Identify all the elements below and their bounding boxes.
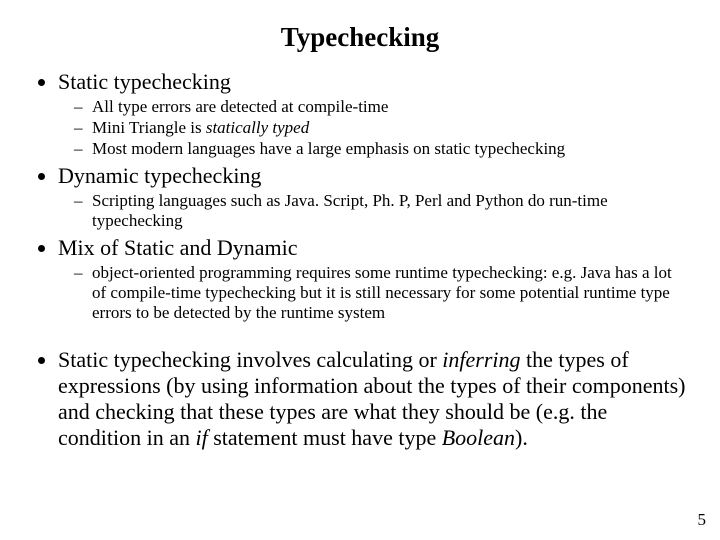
summary-em3: Boolean — [442, 425, 515, 450]
bullet-mix: Mix of Static and Dynamic object-oriente… — [58, 235, 690, 323]
sublist-mix: object-oriented programming requires som… — [58, 263, 690, 323]
summary-t1: Static typechecking involves calculating… — [58, 347, 442, 372]
bullet-static-label: Static typechecking — [58, 69, 231, 94]
sub-static-2-pre: Mini Triangle is — [92, 118, 206, 137]
bullet-dynamic: Dynamic typechecking Scripting languages… — [58, 163, 690, 231]
summary-t4: ). — [515, 425, 528, 450]
slide-title: Typechecking — [30, 22, 690, 53]
summary-t3: statement must have type — [208, 425, 442, 450]
page-number: 5 — [698, 510, 707, 530]
bullet-dynamic-label: Dynamic typechecking — [58, 163, 261, 188]
bullet-static: Static typechecking All type errors are … — [58, 69, 690, 159]
sub-static-2-em: statically typed — [206, 118, 309, 137]
sub-static-2: Mini Triangle is statically typed — [92, 118, 690, 138]
sub-static-3: Most modern languages have a large empha… — [92, 139, 690, 159]
bullet-summary: Static typechecking involves calculating… — [58, 347, 690, 451]
spacer — [58, 327, 690, 345]
bullet-mix-label: Mix of Static and Dynamic — [58, 235, 298, 260]
summary-em2: if — [195, 425, 207, 450]
sublist-dynamic: Scripting languages such as Java. Script… — [58, 191, 690, 231]
slide: Typechecking Static typechecking All typ… — [0, 0, 720, 540]
summary-em1: inferring — [442, 347, 520, 372]
sublist-static: All type errors are detected at compile-… — [58, 97, 690, 159]
sub-mix-1: object-oriented programming requires som… — [92, 263, 690, 323]
sub-dynamic-1: Scripting languages such as Java. Script… — [92, 191, 690, 231]
bullet-list: Static typechecking All type errors are … — [30, 69, 690, 451]
sub-static-1: All type errors are detected at compile-… — [92, 97, 690, 117]
